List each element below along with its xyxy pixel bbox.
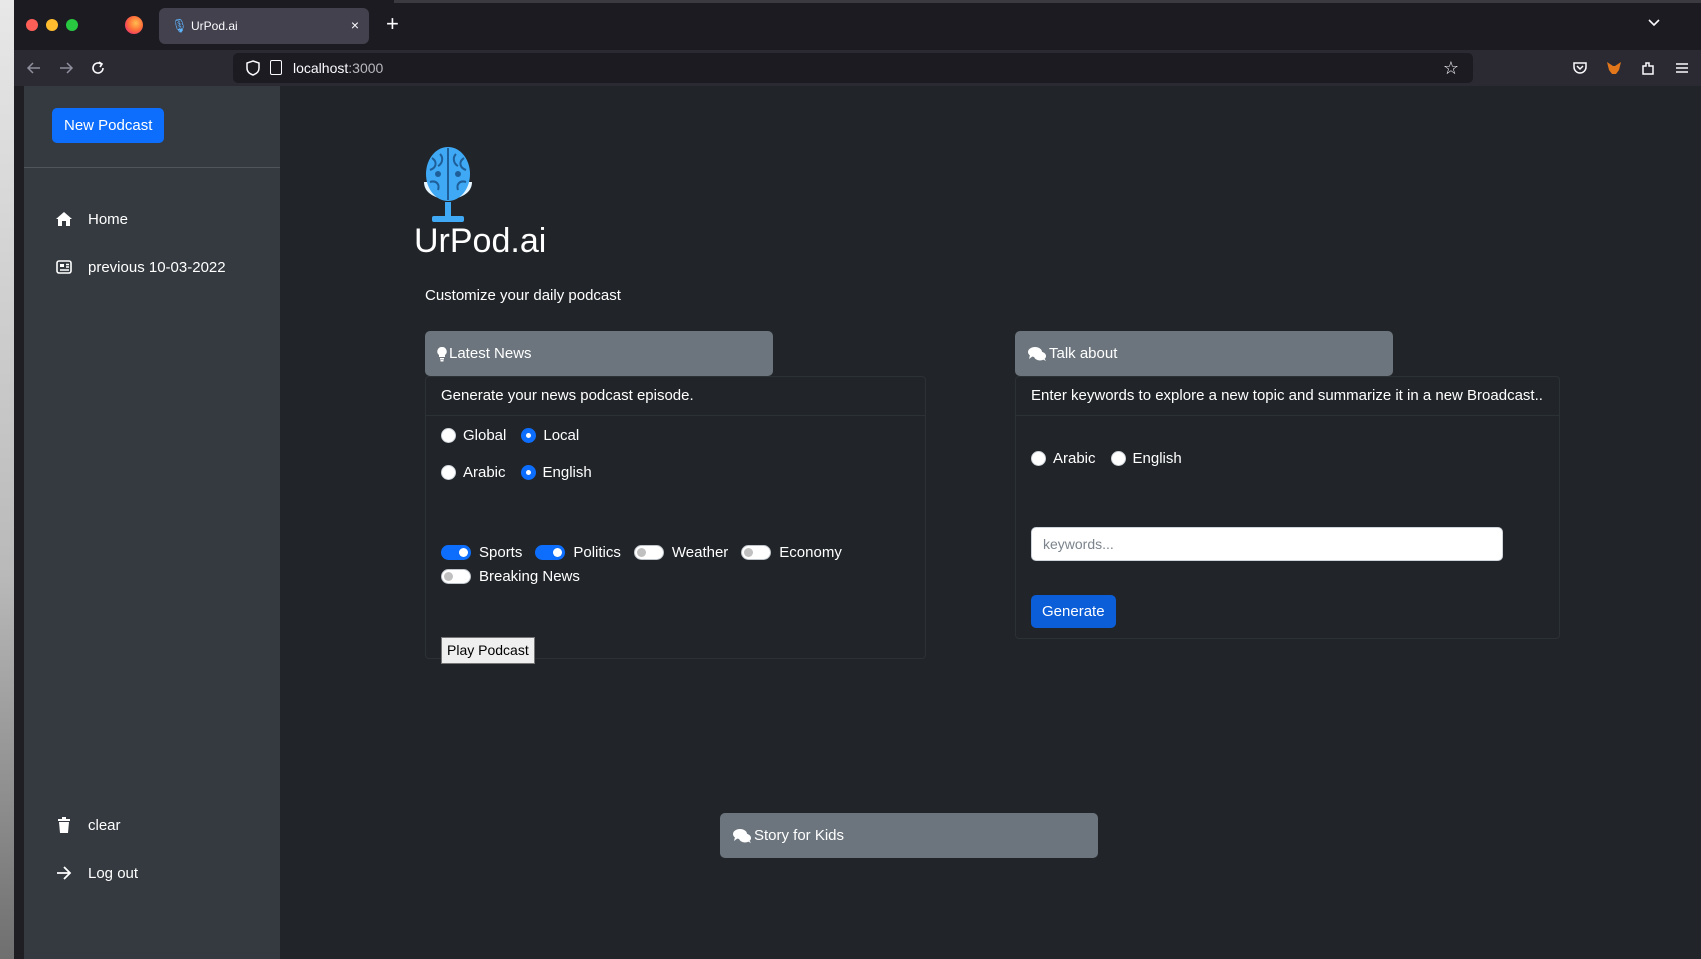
tab-close-icon[interactable]: × [351, 17, 359, 33]
tab-title: UrPod.ai [191, 19, 238, 33]
latest-news-description: Generate your news podcast episode. [426, 377, 925, 416]
close-window-button[interactable] [26, 19, 38, 31]
politics-switch-item[interactable]: Politics [535, 543, 621, 561]
sidebar-divider [24, 167, 280, 168]
page-subtitle: Customize your daily podcast [425, 287, 621, 304]
shield-icon[interactable] [246, 60, 260, 76]
economy-switch[interactable] [741, 544, 772, 560]
sidebar-item-logout[interactable]: Log out [52, 861, 138, 885]
local-radio-label[interactable]: Local [543, 427, 579, 444]
keywords-input[interactable] [1031, 527, 1503, 561]
story-for-kids-header[interactable]: Story for Kids [720, 813, 1098, 858]
weather-switch-item[interactable]: Weather [633, 543, 728, 561]
latest-news-header[interactable]: Latest News [425, 331, 773, 376]
story-for-kids-title: Story for Kids [754, 827, 845, 844]
sidebar-item-previous[interactable]: previous 10-03-2022 [52, 255, 226, 279]
new-podcast-button[interactable]: New Podcast [52, 108, 165, 143]
url-text[interactable]: localhost:3000 [293, 60, 383, 76]
metamask-extension-icon[interactable] [1606, 60, 1622, 76]
microphone-icon: 🎙 [171, 18, 188, 33]
tab-bar-accent-line [394, 0, 1701, 3]
economy-switch-label[interactable]: Economy [779, 544, 842, 561]
chevron-down-icon[interactable] [1647, 15, 1661, 29]
global-radio-label[interactable]: Global [463, 427, 506, 444]
sidebar-item-label: previous 10-03-2022 [88, 258, 226, 276]
reload-icon[interactable] [90, 60, 106, 76]
page-info-icon[interactable] [270, 60, 282, 75]
tab-bar: 🎙 UrPod.ai × + [14, 0, 1701, 50]
main-content: UrPod.ai Customize your daily podcast La… [280, 86, 1701, 959]
news-language-radio-group: Arabic English [441, 464, 607, 481]
local-radio[interactable] [521, 428, 537, 443]
latest-news-body: Generate your news podcast episode. Glob… [425, 376, 926, 664]
back-arrow-icon[interactable] [26, 60, 42, 76]
english-radio-label[interactable]: English [543, 464, 592, 481]
sidebar-item-label: Home [88, 210, 129, 228]
desktop-background [0, 0, 14, 959]
breaking-news-switch-item[interactable]: Breaking News [441, 567, 580, 585]
app-container: New Podcast Home previous 10-03-2022 cle… [24, 86, 1701, 959]
breaking-news-switch[interactable] [441, 568, 471, 584]
firefox-view-icon[interactable] [125, 16, 143, 34]
english-radio[interactable] [1110, 451, 1126, 466]
arrow-right-icon [52, 861, 76, 885]
browser-window: 🎙 UrPod.ai × + localhost:3000 ☆ New Podc… [14, 0, 1701, 959]
sports-switch-label[interactable]: Sports [479, 544, 522, 561]
english-radio[interactable] [520, 465, 536, 480]
menu-hamburger-icon[interactable] [1674, 60, 1690, 76]
arabic-radio[interactable] [441, 465, 456, 480]
talk-language-radio-group: Arabic English [1031, 450, 1197, 467]
sports-switch-item[interactable]: Sports [441, 543, 522, 561]
arabic-radio-label[interactable]: Arabic [463, 464, 506, 481]
weather-switch-label[interactable]: Weather [672, 544, 728, 561]
english-radio-label[interactable]: English [1133, 450, 1182, 467]
forward-arrow-icon[interactable] [58, 60, 74, 76]
home-icon [52, 207, 76, 231]
comments-icon [732, 828, 752, 844]
trash-icon [52, 813, 76, 837]
url-port: :3000 [348, 60, 384, 76]
generate-button[interactable]: Generate [1031, 595, 1116, 628]
breaking-news-switch-label[interactable]: Breaking News [479, 568, 580, 585]
politics-switch[interactable] [535, 544, 566, 560]
latest-news-title: Latest News [449, 345, 532, 362]
extensions-icon[interactable] [1640, 60, 1656, 76]
sidebar-item-label: Log out [88, 864, 139, 882]
tab-urpod[interactable]: 🎙 UrPod.ai × [159, 8, 369, 44]
talk-about-header[interactable]: Talk about [1015, 331, 1393, 376]
lightbulb-icon [437, 346, 447, 362]
sports-switch[interactable] [441, 544, 471, 560]
weather-switch[interactable] [633, 544, 664, 560]
politics-switch-label[interactable]: Politics [573, 544, 621, 561]
talk-about-title: Talk about [1049, 345, 1118, 362]
sidebar-item-label: clear [88, 816, 121, 834]
play-podcast-button[interactable]: Play Podcast [441, 637, 535, 664]
comments-icon [1027, 346, 1047, 362]
minimize-window-button[interactable] [46, 19, 58, 31]
zoom-window-button[interactable] [66, 19, 78, 31]
pocket-icon[interactable] [1572, 60, 1588, 76]
sidebar: New Podcast Home previous 10-03-2022 cle… [24, 86, 280, 959]
global-radio[interactable] [441, 428, 456, 443]
economy-switch-item[interactable]: Economy [741, 543, 842, 561]
brand-title: UrPod.ai [414, 222, 547, 260]
scope-radio-group: Global Local [441, 427, 594, 444]
brain-microphone-logo-icon [424, 147, 472, 222]
new-tab-button[interactable]: + [386, 13, 399, 35]
bookmark-star-icon[interactable]: ☆ [1443, 58, 1459, 78]
arabic-radio[interactable] [1031, 451, 1046, 466]
url-host: localhost [293, 60, 349, 76]
sidebar-item-home[interactable]: Home [52, 207, 128, 231]
talk-about-description: Enter keywords to explore a new topic an… [1016, 377, 1559, 416]
navigation-bar: localhost:3000 ☆ [14, 50, 1701, 86]
sidebar-item-clear[interactable]: clear [52, 813, 121, 837]
url-bar[interactable]: localhost:3000 ☆ [233, 53, 1473, 83]
topic-switches: Sports Politics Weather Economy Breaking… [441, 543, 901, 585]
talk-about-body: Enter keywords to explore a new topic an… [1015, 376, 1560, 639]
arabic-radio-label[interactable]: Arabic [1053, 450, 1096, 467]
newspaper-icon [52, 255, 76, 279]
